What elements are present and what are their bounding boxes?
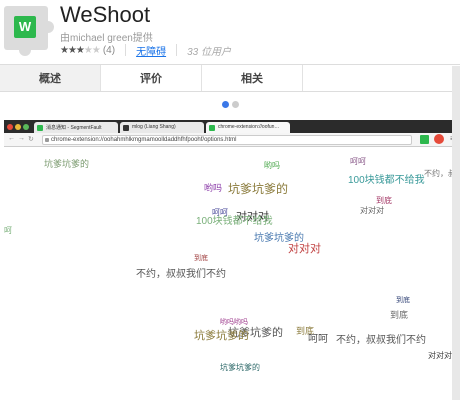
danmaku-text: 100块钱都不给我	[348, 175, 425, 186]
danmaku-text: 哟吗哟吗	[220, 319, 248, 326]
extension-icon	[434, 134, 444, 144]
danmaku-text: 哟吗	[204, 183, 223, 193]
back-arrow-icon: ←	[8, 135, 15, 142]
danmaku-text: 对对对	[360, 206, 384, 215]
detail-tabs: 概述 评价 相关	[0, 64, 460, 92]
extension-icon: W	[4, 6, 54, 56]
forward-arrow-icon: →	[18, 135, 25, 142]
star-filled-icon: ★★★	[60, 44, 85, 56]
rating-row: ★★★★★ (4) 无障碍 33 位用户	[60, 43, 231, 58]
page-icon	[45, 138, 49, 142]
minimize-window-icon	[15, 124, 21, 130]
scroll-edge	[452, 66, 460, 400]
rating-stars[interactable]: ★★★★★	[60, 44, 101, 56]
danmaku-text: 不约，叔叔我们不约	[336, 335, 426, 346]
star-empty-icon: ★★	[83, 44, 101, 56]
divider	[125, 44, 127, 56]
url-field: chrome-extension://oohahmhlkmgmamoolldad…	[42, 135, 412, 145]
extension-header: W WeShoot 由michael green提供 ★★★★★ (4) 无障碍…	[0, 0, 460, 66]
danmaku-text: 哟吗	[264, 161, 280, 170]
browser-tab: 消息通知 - SegmentFault	[34, 122, 118, 133]
tab-reviews[interactable]: 评价	[101, 65, 202, 91]
danmaku-text: 坑爹坑爹的	[228, 182, 289, 196]
user-count: 33 位用户	[187, 46, 231, 58]
browser-tab-label: 消息通知 - SegmentFault	[46, 125, 102, 131]
divider	[176, 44, 178, 56]
carousel-dot-2[interactable]	[232, 101, 239, 108]
extension-title: WeShoot	[60, 2, 151, 27]
danmaku-text: 到底	[390, 310, 409, 320]
reload-icon: ↻	[28, 136, 34, 143]
url-text: chrome-extension://oohahmhlkmgmamoolldad…	[51, 137, 237, 143]
danmaku-text: 对对对	[428, 351, 452, 360]
danmaku-text: 呵呵	[308, 334, 328, 345]
browser-tab-strip: 消息通知 - SegmentFault mlog (Liang Shang) c…	[4, 120, 460, 133]
screenshot-preview: 消息通知 - SegmentFault mlog (Liang Shang) c…	[4, 120, 460, 400]
danmaku-text: 100块钱都不给我	[196, 216, 273, 227]
browser-tab: mlog (Liang Shang)	[120, 122, 204, 133]
address-bar: ← → ↻ chrome-extension://oohahmhlkmgmamo…	[4, 133, 460, 147]
carousel-dots	[222, 101, 242, 108]
weshoot-logo-icon: W	[14, 16, 36, 38]
danmaku-text: 坑爹坑爹的	[220, 363, 260, 372]
carousel-dot-1[interactable]	[222, 101, 229, 108]
maximize-window-icon	[23, 124, 29, 130]
danmaku-text: 到底	[194, 255, 208, 262]
tab-favicon-icon	[209, 125, 215, 131]
danmaku-text: 坑爹坑爹的	[194, 330, 249, 342]
danmaku-text: 呵	[4, 226, 12, 235]
danmaku-text: 坑爹坑爹的	[44, 159, 90, 169]
danmaku-text: 不约，叔叔我们不约	[136, 269, 226, 280]
weshoot-extension-icon	[420, 135, 429, 144]
danmaku-text: 到底	[396, 297, 410, 304]
tab-overview[interactable]: 概述	[0, 65, 101, 91]
danmaku-text: 对对对	[288, 243, 321, 255]
browser-tab-label: chrome-extension://oofun…	[218, 124, 280, 130]
browser-tab-label: mlog (Liang Shang)	[132, 124, 176, 130]
tab-favicon-icon	[37, 125, 43, 131]
tab-bar-filler	[303, 65, 460, 91]
close-window-icon	[7, 124, 13, 130]
accessibility-link[interactable]: 无障碍	[136, 43, 166, 58]
tab-related[interactable]: 相关	[202, 65, 303, 91]
danmaku-text: 到底	[376, 196, 392, 205]
browser-tab-active: chrome-extension://oofun…	[206, 122, 290, 133]
danmaku-text: 呵呵	[350, 157, 366, 166]
rating-count: (4)	[102, 44, 116, 56]
github-icon	[123, 125, 129, 131]
